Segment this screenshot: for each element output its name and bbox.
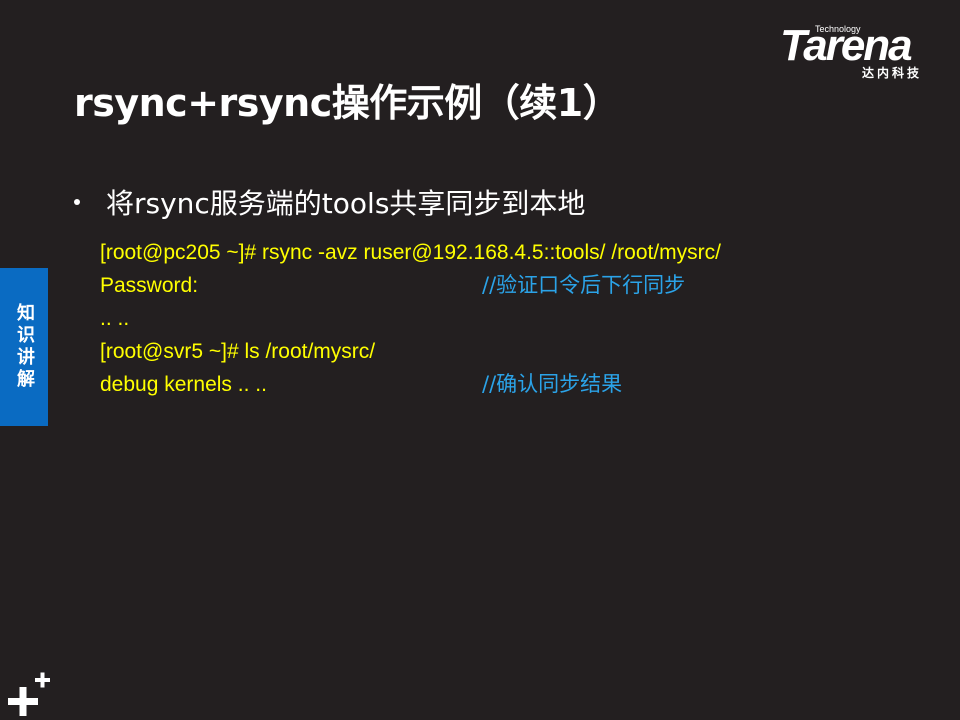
code-line: .. .. xyxy=(100,302,721,335)
bullet-text: 将rsync服务端的tools共享同步到本地 xyxy=(106,187,586,220)
code-text: [root@pc205 ~]# rsync -avz ruser@192.168… xyxy=(100,241,721,264)
plus-plus-icon xyxy=(8,672,50,716)
code-text: [root@svr5 ~]# ls /root/mysrc/ xyxy=(100,340,376,363)
side-tab-label: 知识讲解 xyxy=(14,303,35,391)
code-line: Password: //验证口令后下行同步 xyxy=(100,269,721,302)
bullet-item: 将rsync服务端的tools共享同步到本地 xyxy=(74,182,585,222)
code-text: debug kernels .. .. xyxy=(100,373,267,396)
bullet-dot-icon xyxy=(74,199,80,205)
code-text: Password: xyxy=(100,274,199,297)
code-comment: //确认同步结果 xyxy=(482,372,623,396)
code-comment: //验证口令后下行同步 xyxy=(482,273,686,297)
code-line: [root@svr5 ~]# ls /root/mysrc/ xyxy=(100,335,721,368)
code-text: .. .. xyxy=(100,307,130,330)
code-block: [root@pc205 ~]# rsync -avz ruser@192.168… xyxy=(100,236,721,401)
knowledge-side-tab: 知识讲解 xyxy=(0,268,48,426)
logo-chinese-text: 达内科技 xyxy=(862,66,923,80)
slide-title: rsync+rsync操作示例（续1） xyxy=(74,81,621,125)
code-line: debug kernels .. .. //确认同步结果 xyxy=(100,368,721,401)
code-line: [root@pc205 ~]# rsync -avz ruser@192.168… xyxy=(100,236,721,269)
